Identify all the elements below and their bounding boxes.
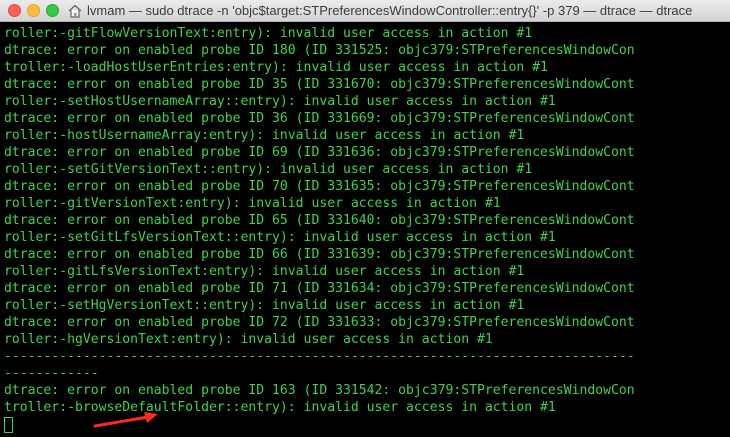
terminal-line: dtrace: error on enabled probe ID 65 (ID… [4, 213, 635, 228]
terminal-line: dtrace: error on enabled probe ID 72 (ID… [4, 315, 635, 330]
terminal-line: dtrace: error on enabled probe ID 70 (ID… [4, 179, 635, 194]
terminal-line: roller:-gitFlowVersionText:entry): inval… [4, 26, 533, 41]
terminal-line: roller:-hgVersionText:entry): invalid us… [4, 332, 493, 347]
terminal-window: lvmam — sudo dtrace -n 'objc$target:STPr… [0, 0, 730, 437]
terminal-line: roller:-gitVersionText:entry): invalid u… [4, 196, 501, 211]
red-arrow-annotation [93, 412, 158, 428]
terminal-line: dtrace: error on enabled probe ID 36 (ID… [4, 111, 635, 126]
terminal-line: dtrace: error on enabled probe ID 66 (ID… [4, 247, 635, 262]
zoom-button[interactable] [46, 4, 59, 17]
terminal-line: roller:-setGitVersionText::entry): inval… [4, 162, 533, 177]
terminal-line: roller:-setHgVersionText::entry): invali… [4, 298, 525, 313]
separator-line: ------------ [4, 366, 99, 381]
terminal-line: dtrace: error on enabled probe ID 35 (ID… [4, 77, 635, 92]
terminal-output[interactable]: roller:-gitFlowVersionText:entry): inval… [4, 25, 730, 437]
title-bar[interactable]: lvmam — sudo dtrace -n 'objc$target:STPr… [0, 0, 730, 22]
terminal-line: roller:-hostUsernameArray:entry): invali… [4, 128, 525, 143]
terminal-line: dtrace: error on enabled probe ID 71 (ID… [4, 281, 635, 296]
text-cursor [4, 417, 13, 433]
terminal-line: dtrace: error on enabled probe ID 163 (I… [4, 383, 635, 398]
home-folder-icon [67, 3, 83, 19]
separator-line: ----------------------------------------… [4, 349, 635, 364]
terminal-line: dtrace: error on enabled probe ID 69 (ID… [4, 145, 635, 160]
close-button[interactable] [8, 4, 21, 17]
terminal-line: roller:-setHostUsernameArray::entry): in… [4, 94, 556, 109]
terminal-line: roller:-gitLfsVersionText:entry): invali… [4, 264, 525, 279]
window-title: lvmam — sudo dtrace -n 'objc$target:STPr… [87, 3, 693, 18]
terminal-line: roller:-setGitLfsVersionText::entry): in… [4, 230, 556, 245]
terminal-line: troller:-loadHostUserEntries:entry): inv… [4, 60, 548, 75]
terminal-line: dtrace: error on enabled probe ID 180 (I… [4, 43, 635, 58]
minimize-button[interactable] [27, 4, 40, 17]
